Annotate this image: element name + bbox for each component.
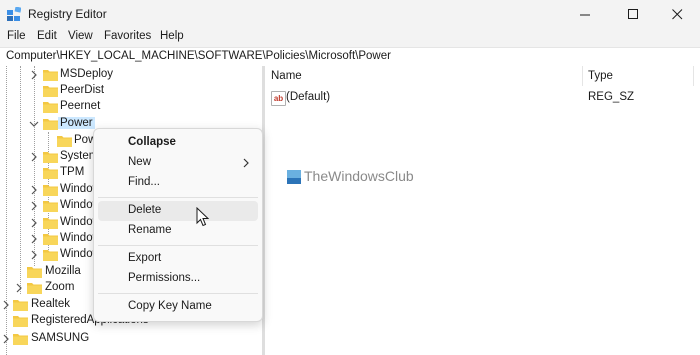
folder-icon [43,168,58,179]
chevron-down-icon[interactable] [29,119,39,129]
tree-item-label: Peernet [60,100,101,112]
column-header-type[interactable]: Type [588,70,613,82]
folder-icon [43,185,58,196]
context-separator [98,197,258,198]
folder-icon [43,201,58,212]
tree-item[interactable]: Peernet [0,99,262,115]
tree-item-label: MSDeploy [60,68,114,80]
context-separator [98,293,258,294]
folder-icon [27,267,42,278]
folder-icon [43,86,58,97]
chevron-right-icon[interactable] [14,283,24,293]
chevron-right-icon[interactable] [29,250,39,260]
tree-item[interactable]: MSDeploy [0,67,262,83]
tree-item-label: SAMSUNG [31,332,90,344]
column-header-name[interactable]: Name [271,70,302,82]
context-rename[interactable]: Rename [98,221,258,241]
chevron-right-icon[interactable] [1,300,11,310]
context-item-label: Copy Key Name [128,300,212,312]
folder-icon [13,316,28,327]
context-item-label: Permissions... [128,272,201,284]
tree-item-label: PeerDist [60,84,105,96]
folder-icon [57,136,72,147]
value-name: (Default) [286,91,331,103]
maximize-icon [627,8,638,19]
mouse-pointer-icon [196,207,210,227]
close-icon [671,8,682,19]
context-item-label: Rename [128,224,172,236]
folder-icon [13,334,28,345]
address-bar[interactable]: Computer\HKEY_LOCAL_MACHINE\SOFTWARE\Pol… [0,47,700,67]
tree-item-label: TPM [60,166,85,178]
title-bar: Registry Editor [0,0,700,28]
context-item-label: Delete [128,204,162,216]
context-copy-key-name[interactable]: Copy Key Name [98,297,258,317]
chevron-right-icon [243,158,249,168]
tree-item-label: Mozilla [45,265,81,277]
chevron-right-icon[interactable] [1,334,11,344]
context-collapse[interactable]: Collapse [98,133,258,153]
context-delete[interactable]: Delete [98,201,258,221]
close-button[interactable] [654,0,700,28]
folder-icon [43,234,58,245]
tree-item-label: Power [58,117,95,129]
folder-icon [43,250,58,261]
minimize-icon [579,14,590,15]
chevron-right-icon[interactable] [29,185,39,195]
column-divider[interactable] [582,66,583,86]
context-permissions[interactable]: Permissions... [98,269,258,289]
value-type: REG_SZ [588,91,635,103]
tree-item[interactable]: PeerDist [0,83,262,99]
tree-item-label: Realtek [31,298,70,310]
context-find[interactable]: Find... [98,173,258,193]
window-title: Registry Editor [28,7,107,21]
maximize-button[interactable] [610,0,656,28]
string-value-icon: ab [271,91,286,106]
folder-icon [27,283,42,294]
context-item-label: Collapse [128,136,176,148]
context-new[interactable]: New [98,153,258,173]
folder-icon [43,218,58,229]
folder-icon [43,152,58,163]
menu-edit[interactable]: Edit [37,30,57,42]
chevron-right-icon[interactable] [29,152,39,162]
folder-icon [43,119,58,130]
context-export[interactable]: Export [98,249,258,269]
folder-icon [43,102,58,113]
menu-favorites[interactable]: Favorites [104,30,151,42]
context-item-label: Export [128,252,162,264]
context-item-label: New [128,156,152,168]
watermark-text: TheWindowsClub [304,168,414,184]
tree-item-label: Zoom [45,281,75,293]
menu-help[interactable]: Help [160,30,184,42]
menu-file[interactable]: File [7,30,26,42]
menu-view[interactable]: View [68,30,93,42]
chevron-right-icon[interactable] [29,70,39,80]
column-divider[interactable] [693,66,694,86]
menu-bar: File Edit View Favorites Help [0,28,700,47]
address-path: Computer\HKEY_LOCAL_MACHINE\SOFTWARE\Pol… [6,50,391,62]
registry-editor-app-icon [7,7,21,21]
context-menu: Collapse New Find... Delete Rename Expor… [93,128,263,322]
minimize-button[interactable] [562,0,608,28]
context-separator [98,245,258,246]
chevron-right-icon[interactable] [29,218,39,228]
folder-icon [13,300,28,311]
folder-icon [43,70,58,81]
tree-item[interactable]: SAMSUNG [0,331,262,347]
chevron-right-icon[interactable] [29,201,39,211]
values-pane[interactable]: Name Type ab (Default) REG_SZ [265,66,700,355]
chevron-right-icon[interactable] [29,234,39,244]
context-item-label: Find... [128,176,160,188]
watermark-logo-icon [287,170,301,184]
